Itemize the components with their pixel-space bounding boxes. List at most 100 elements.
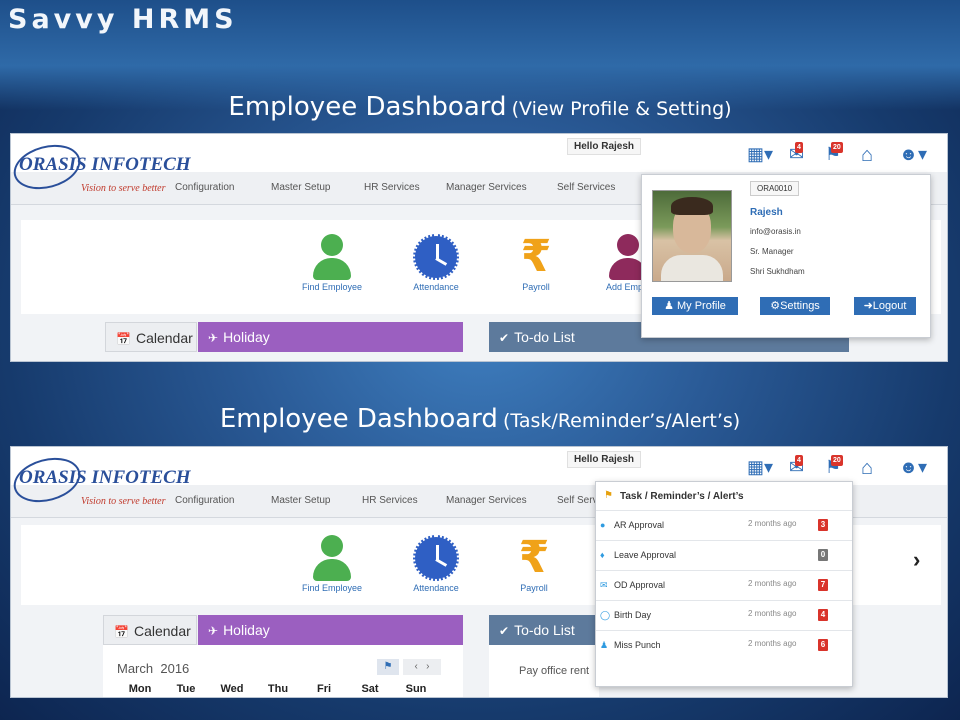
tab-holiday[interactable]: ✈ Holiday [198,322,463,352]
notification-label: AR Approval [614,520,665,530]
tab-holiday-label-2: Holiday [223,622,270,638]
nav-configuration-2[interactable]: Configuration [175,495,234,506]
notification-item[interactable]: ◯ Birth Day 2 months ago 4 [596,600,852,631]
tab-holiday-2[interactable]: ✈ Holiday [198,615,463,645]
home-icon-2[interactable]: ⌂ [861,457,873,480]
todo-item: Pay office rent [519,665,590,677]
person-icon-2 [309,535,355,581]
logout-button[interactable]: ➜Logout [854,297,916,315]
payroll-link[interactable]: ₹ Payroll [491,231,581,293]
tab-todo-2[interactable]: ✔ To-do List [489,615,599,645]
nav-configuration[interactable]: Configuration [175,182,234,193]
nav-master-setup-2[interactable]: Master Setup [271,495,330,506]
tab-todo-label-2: To-do List [514,622,575,638]
weekday-thu: Thu [267,683,289,695]
user-menu-icon-2[interactable]: ☻▾ [899,457,927,478]
home-icon[interactable]: ⌂ [861,144,873,167]
payroll-link-2[interactable]: ₹ Payroll [489,532,579,594]
weekday-sun: Sun [405,683,427,695]
logo-name-2: ORASIS INFOTECH [19,467,191,488]
section1-sub: (View Profile & Setting) [511,98,732,120]
rupee-icon: ₹ [520,231,552,282]
find-employee-label-2: Find Employee [301,583,363,593]
check-icon-2: ✔ [499,624,510,638]
section1-main: Employee Dashboard [228,92,507,122]
section2-sub: (Task/Reminder’s/Alert’s) [503,410,741,432]
section2-main: Employee Dashboard [219,404,498,434]
weekday-mon: Mon [128,683,152,695]
notification-label: Miss Punch [614,640,661,650]
find-employee-link-2[interactable]: Find Employee [287,535,377,593]
notification-item[interactable]: ♟ Miss Punch 2 months ago 6 [596,630,852,661]
attendance-link[interactable]: Attendance [391,234,481,292]
logout-label: Logout [872,300,907,312]
mail-badge-2: 4 [795,455,803,466]
notification-item[interactable]: ✉ OD Approval 2 months ago 7 [596,570,852,601]
flag-button[interactable]: ⚑ [377,659,399,675]
notification-time: 2 months ago [748,519,797,528]
settings-label: Settings [780,300,820,312]
nav-manager-services[interactable]: Manager Services [446,182,527,193]
attendance-link-2[interactable]: Attendance [391,535,481,593]
weekday-sat: Sat [361,683,379,695]
calendar-icon: 📅 [116,332,131,346]
calendar-panel: March 2016 ⚑ ‹ › Mon Tue Wed Thu Fri Sat… [103,645,463,697]
notification-count: 6 [818,639,828,651]
bell-small-icon: ⚑ [604,490,613,501]
alerts-title: Task / Reminder’s / Alert’s [620,491,744,502]
nav-self-services[interactable]: Self Services [557,182,615,193]
weekday-fri: Fri [316,683,332,695]
profile-designation: Sr. Manager [750,247,794,256]
notification-label: OD Approval [614,580,666,590]
rupee-icon-2: ₹ [518,532,550,583]
nav-hr-services-2[interactable]: HR Services [362,495,418,506]
comment-icon: ● [600,520,606,530]
alerts-header: ⚑ Task / Reminder’s / Alert’s [596,482,852,510]
notification-item[interactable]: ● AR Approval 2 months ago 3 [596,510,852,541]
notification-time: 2 months ago [748,609,797,618]
my-profile-label: My Profile [677,300,726,312]
profile-dropdown: ORA0010 Rajesh info@orasis.in Sr. Manage… [641,174,931,338]
clock-icon-2 [413,535,459,581]
hello-user-2: Hello Rajesh [567,451,642,468]
tab-todo-label: To-do List [514,329,575,345]
logo-name: ORASIS INFOTECH [19,154,191,175]
settings-button[interactable]: ⚙Settings [760,297,830,315]
employee-code: ORA0010 [750,181,800,196]
nav-master-setup[interactable]: Master Setup [271,182,330,193]
apps-grid-icon[interactable]: ▦▾ [747,144,773,165]
weekday-wed: Wed [220,683,244,695]
logout-icon: ➜ [863,300,873,312]
month-nav[interactable]: ‹ › [403,659,441,675]
find-employee-link[interactable]: Find Employee [287,234,377,292]
find-employee-label: Find Employee [301,282,363,292]
alerts-badge: 20 [831,142,843,153]
nav-manager-services-2[interactable]: Manager Services [446,495,527,506]
tab-calendar-2[interactable]: 📅 Calendar [103,615,197,645]
profile-location: Shri Sukhdham [750,267,805,276]
section1-title: Employee Dashboard (View Profile & Setti… [0,92,960,122]
apps-grid-icon-2[interactable]: ▦▾ [747,457,773,478]
calendar-icon-2: 📅 [114,625,129,639]
chevron-right-icon[interactable]: › [913,547,920,573]
attendance-label-2: Attendance [413,583,459,593]
notification-item[interactable]: ♦ Leave Approval 0 [596,540,852,571]
gear-icon: ⚙ [770,300,781,312]
profile-email: info@orasis.in [750,227,801,236]
my-profile-button[interactable]: ♟ My Profile [652,297,738,315]
notification-count: 7 [818,579,828,591]
month-label: March [117,661,154,676]
mail-badge: 4 [795,142,803,153]
company-logo-2: ORASIS INFOTECH Vision to serve better [11,449,191,510]
user-menu-icon[interactable]: ☻▾ [899,144,927,165]
tab-calendar[interactable]: 📅 Calendar [105,322,197,352]
profile-screenshot: Configuration Master Setup HR Services M… [10,133,948,362]
notification-label: Birth Day [614,610,652,620]
notification-count: 4 [818,609,828,621]
calendar-month: March 2016 [117,661,189,676]
alerts-screenshot: Configuration Master Setup HR Services M… [10,446,948,698]
logo-tagline-2: Vision to serve better [81,496,166,507]
nav-hr-services[interactable]: HR Services [364,182,420,193]
clock-icon [413,234,459,280]
notification-count: 3 [818,519,828,531]
